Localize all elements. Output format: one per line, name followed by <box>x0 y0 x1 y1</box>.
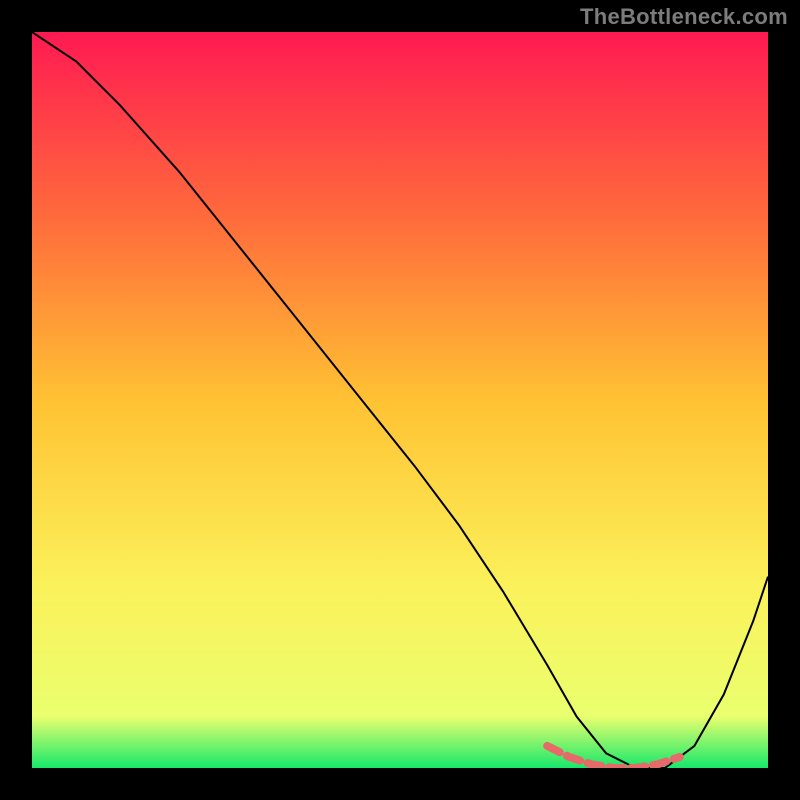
chart-svg <box>32 32 768 768</box>
bottleneck-chart <box>32 32 768 768</box>
chart-frame: TheBottleneck.com <box>0 0 800 800</box>
watermark-text: TheBottleneck.com <box>580 4 788 30</box>
gradient-background <box>32 32 768 768</box>
